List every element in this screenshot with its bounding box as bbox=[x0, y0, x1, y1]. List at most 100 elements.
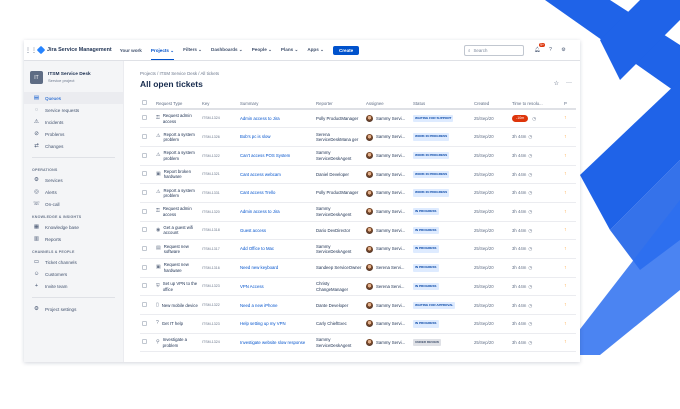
row-checkbox[interactable] bbox=[142, 189, 147, 195]
row-checkbox[interactable] bbox=[142, 227, 147, 233]
table-row[interactable]: ⚠ Report a system problem ITSM-1322 Can't a… bbox=[140, 146, 576, 166]
assignee-name[interactable]: Sammy Servi... bbox=[376, 321, 405, 326]
column-header-select[interactable] bbox=[140, 98, 154, 110]
row-checkbox[interactable] bbox=[142, 115, 147, 121]
ticket-summary-link[interactable]: Help setting up my VPN bbox=[240, 321, 286, 326]
assignee-name[interactable]: Sammy Servi... bbox=[376, 172, 405, 177]
column-header[interactable]: Request Type bbox=[154, 98, 200, 110]
ticket-summary-link[interactable]: Add Office to Mac bbox=[240, 246, 274, 251]
ticket-key[interactable]: ITSM-1316 bbox=[202, 266, 220, 270]
app-switcher-icon[interactable]: ⋮⋮ bbox=[24, 40, 38, 61]
table-row[interactable]: ⛨ Set up VPN to the office ITSM-1323 VPN Ac… bbox=[140, 277, 576, 297]
assignee-name[interactable]: Sammy Servi... bbox=[376, 340, 405, 345]
nav-your-work[interactable]: Your work bbox=[120, 48, 142, 53]
column-header[interactable]: Assignee bbox=[364, 98, 411, 110]
sidebar-item-alerts[interactable]: ◎ Alerts bbox=[24, 186, 123, 198]
ticket-key[interactable]: ITSM-1326 bbox=[202, 135, 220, 139]
row-checkbox[interactable] bbox=[142, 339, 147, 345]
column-header[interactable]: Summary bbox=[238, 98, 314, 110]
status-badge[interactable]: IN PROGRESS bbox=[413, 282, 439, 291]
assignee-name[interactable]: Sammy Servi... bbox=[376, 190, 405, 195]
nav-dashboards[interactable]: Dashboards ⌄ bbox=[211, 47, 243, 53]
table-row[interactable]: ⚲ Investigate a problem ITSM-1324 Investiga… bbox=[140, 333, 576, 353]
nav-filters[interactable]: Filters ⌄ bbox=[183, 47, 202, 53]
project-header[interactable]: IT ITSM Service Desk Service project bbox=[24, 61, 123, 84]
ticket-summary-link[interactable]: Admin access to Jira bbox=[240, 209, 280, 214]
table-row[interactable]: ▣ Report broken hardware ITSM-1321 Cant acc… bbox=[140, 165, 576, 185]
ticket-summary-link[interactable]: Cant access Trello bbox=[240, 190, 275, 195]
row-checkbox[interactable] bbox=[142, 245, 147, 251]
row-checkbox[interactable] bbox=[142, 171, 147, 177]
status-badge[interactable]: UNDER REVIEW bbox=[413, 338, 442, 347]
row-checkbox[interactable] bbox=[142, 283, 147, 289]
row-checkbox[interactable] bbox=[142, 208, 147, 214]
ticket-summary-link[interactable]: Need a new iPhone bbox=[240, 303, 278, 308]
sidebar-item-ticket-channels[interactable]: ▭ Ticket channels bbox=[24, 256, 123, 268]
sidebar-item-knowledge-base[interactable]: ▦ Knowledge base bbox=[24, 221, 123, 233]
assignee-name[interactable]: Serena Servi... bbox=[376, 265, 404, 270]
ticket-summary-link[interactable]: Cant access webcam bbox=[240, 172, 281, 177]
ticket-summary-link[interactable]: Guest access bbox=[240, 228, 266, 233]
sidebar-item-customers[interactable]: ☺ Customers bbox=[24, 268, 123, 280]
status-badge[interactable]: IN PROGRESS bbox=[413, 208, 439, 216]
notifications-icon[interactable]: 🔔︎ 9+ bbox=[533, 43, 545, 54]
table-row[interactable]: ▯ New mobile device ITSM-1322 Need a new iP… bbox=[140, 295, 576, 316]
column-header[interactable]: Reporter bbox=[314, 98, 364, 110]
sidebar-item-invite-team[interactable]: + Invite team bbox=[24, 280, 123, 292]
nav-apps[interactable]: Apps ⌄ bbox=[307, 47, 324, 53]
assignee-name[interactable]: Sammy Servi... bbox=[376, 303, 405, 308]
sidebar-item-project-settings[interactable]: ⚙ Project settings bbox=[24, 303, 123, 315]
sidebar-item-reports[interactable]: ▥ Reports bbox=[24, 233, 123, 245]
ticket-summary-link[interactable]: Bob's pc is slow bbox=[240, 134, 270, 139]
status-badge[interactable]: WORK IN PROGRESS bbox=[413, 189, 450, 197]
status-badge[interactable]: WORK IN PROGRESS bbox=[413, 170, 450, 179]
ticket-summary-link[interactable]: Need new keyboard bbox=[240, 265, 278, 270]
sidebar-item-problems[interactable]: ⊘ Problems bbox=[24, 128, 123, 140]
star-icon[interactable]: ☆ bbox=[554, 80, 559, 87]
breadcrumb[interactable]: Projects / ITSM Service Desk / All ticke… bbox=[140, 71, 219, 76]
ticket-summary-link[interactable]: VPN Access bbox=[240, 284, 264, 289]
more-actions-icon[interactable]: ··· bbox=[566, 80, 572, 87]
ticket-key[interactable]: ITSM-1322 bbox=[202, 154, 220, 158]
table-row[interactable]: ? Get IT help ITSM-1323 Help setting up my … bbox=[140, 314, 576, 334]
ticket-summary-link[interactable]: Can't access POS System bbox=[240, 153, 290, 158]
ticket-key[interactable]: ITSM-1323 bbox=[202, 322, 220, 326]
assignee-name[interactable]: Serena Servi... bbox=[376, 284, 404, 289]
status-badge[interactable]: IN PROGRESS bbox=[413, 226, 439, 235]
table-row[interactable]: ⚿ Request admin access ITSM-1320 Admin acce… bbox=[140, 202, 576, 222]
column-header[interactable]: Created bbox=[472, 98, 510, 110]
status-badge[interactable]: IN PROGRESS bbox=[413, 245, 439, 253]
ticket-summary-link[interactable]: Admin access to Jira bbox=[240, 116, 280, 121]
table-row[interactable]: ▤ Request new software ITSM-1317 Add Office… bbox=[140, 239, 576, 259]
ticket-key[interactable]: ITSM-1324 bbox=[202, 340, 220, 344]
column-header[interactable]: Time to resolu... bbox=[510, 98, 562, 110]
nav-people[interactable]: People ⌄ bbox=[252, 47, 272, 53]
assignee-name[interactable]: Sammy Servi... bbox=[376, 153, 405, 158]
table-row[interactable]: ▣ Request new hardware ITSM-1316 Need new k… bbox=[140, 258, 576, 278]
column-header[interactable]: Key bbox=[200, 98, 238, 110]
status-badge[interactable]: IN PROGRESS bbox=[413, 320, 439, 328]
assignee-name[interactable]: Sammy Servi... bbox=[376, 116, 405, 121]
product-logo[interactable]: Jira Service Management bbox=[36, 45, 112, 55]
column-header[interactable]: P bbox=[562, 98, 576, 110]
row-checkbox[interactable] bbox=[142, 133, 147, 139]
status-badge[interactable]: WAITING FOR SUPPORT bbox=[413, 114, 454, 123]
ticket-key[interactable]: ITSM-1324 bbox=[202, 116, 220, 120]
row-checkbox[interactable] bbox=[142, 320, 147, 326]
ticket-summary-link[interactable]: Investigate website slow response bbox=[240, 340, 305, 345]
table-row[interactable]: ⚠ Report a system problem ITSM-1326 Bob's p… bbox=[140, 127, 576, 147]
table-row[interactable]: ⚿ Request admin access ITSM-1324 Admin acce… bbox=[140, 109, 576, 129]
assignee-name[interactable]: Sammy Servi... bbox=[376, 209, 405, 214]
ticket-key[interactable]: ITSM-1320 bbox=[202, 210, 220, 214]
ticket-key[interactable]: ITSM-1321 bbox=[202, 172, 220, 176]
sidebar-item-service-requests[interactable]: ◌ Service requests bbox=[24, 104, 123, 116]
table-row[interactable]: ◉ Get a guest wifi account ITSM-1318 Guest … bbox=[140, 221, 576, 241]
create-button[interactable]: Create bbox=[332, 45, 360, 55]
column-header[interactable]: Status bbox=[411, 98, 472, 110]
ticket-key[interactable]: ITSM-1322 bbox=[202, 303, 220, 307]
search-input[interactable]: ⌕ Search bbox=[464, 45, 524, 56]
sidebar-item-on-call[interactable]: ☏ On-call bbox=[24, 198, 123, 210]
ticket-key[interactable]: ITSM-1331 bbox=[202, 191, 220, 195]
status-badge[interactable]: WORK IN PROGRESS bbox=[413, 152, 450, 160]
help-icon[interactable]: ? bbox=[546, 45, 555, 54]
